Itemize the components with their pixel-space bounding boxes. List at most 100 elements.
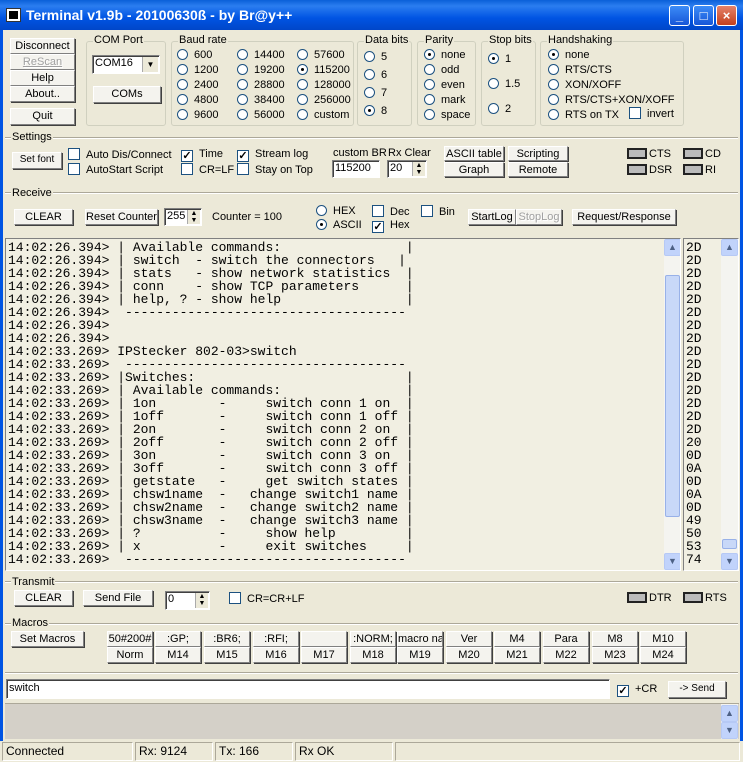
macro-button[interactable]: M15 xyxy=(204,647,250,663)
baud-rate-radio[interactable]: 9600 xyxy=(177,109,218,122)
spinner-arrows-icon[interactable]: ▲ ▼ xyxy=(187,210,200,224)
handshaking-radio[interactable]: RTS/CTS xyxy=(548,64,612,77)
radio-circle[interactable] xyxy=(177,64,188,75)
baud-rate-radio[interactable]: 14400 xyxy=(237,49,285,62)
disconnect-button[interactable]: Disconnect xyxy=(10,38,75,54)
ascii-table-button[interactable]: ASCII table xyxy=(444,146,504,161)
stop-bits-radio[interactable]: 1.5 xyxy=(488,78,520,91)
settings-checkbox[interactable]: CR=LF xyxy=(181,163,234,177)
macro-button[interactable]: M20 xyxy=(446,647,492,663)
radio-circle[interactable] xyxy=(177,109,188,120)
macro-button[interactable]: M23 xyxy=(592,647,638,663)
radio-circle[interactable] xyxy=(548,64,559,75)
radio-circle[interactable] xyxy=(237,94,248,105)
coms-button[interactable]: COMs xyxy=(93,86,161,103)
cr-crlf-checkbox[interactable]: CR=CR+LF xyxy=(229,592,304,606)
minimize-button[interactable]: _ xyxy=(669,5,690,26)
radio-circle[interactable] xyxy=(316,205,327,216)
radio-circle[interactable] xyxy=(237,64,248,75)
hex-radio[interactable]: HEX xyxy=(316,205,356,218)
radio-circle[interactable] xyxy=(297,94,308,105)
check-icon[interactable]: ✓ xyxy=(181,150,193,162)
radio-circle[interactable] xyxy=(297,64,308,75)
terminal-scrollbar[interactable]: ▲ ▼ xyxy=(664,239,680,570)
baud-rate-radio[interactable]: 2400 xyxy=(177,79,218,92)
rx-clear-spinner[interactable]: 20 ▲ ▼ xyxy=(387,160,427,178)
radio-circle[interactable] xyxy=(548,49,559,60)
baud-rate-radio[interactable]: 115200 xyxy=(297,64,350,77)
radio-circle[interactable] xyxy=(424,94,435,105)
invert-checkbox[interactable]: invert xyxy=(629,107,674,121)
radio-circle[interactable] xyxy=(297,109,308,120)
macro-button[interactable]: :NORM; xyxy=(350,631,396,647)
stop-bits-radio[interactable]: 2 xyxy=(488,103,511,116)
spinner-arrows-icon[interactable]: ▲ ▼ xyxy=(195,593,208,608)
radio-circle[interactable] xyxy=(364,51,375,62)
transmit-history[interactable]: ▲ ▼ xyxy=(5,703,739,739)
check-icon[interactable]: ✓ xyxy=(237,150,249,162)
data-bits-radio[interactable]: 6 xyxy=(364,69,387,82)
scroll-down-icon[interactable]: ▼ xyxy=(721,553,738,570)
checkbox-box[interactable] xyxy=(68,163,80,175)
macro-button[interactable]: Ver xyxy=(446,631,492,647)
baud-rate-radio[interactable]: 57600 xyxy=(297,49,345,62)
scroll-thumb[interactable] xyxy=(722,539,737,549)
macro-button[interactable]: M19 xyxy=(397,647,443,663)
macro-button[interactable]: M21 xyxy=(494,647,540,663)
data-bits-radio[interactable]: 8 xyxy=(364,105,387,118)
radio-circle[interactable] xyxy=(237,109,248,120)
handshaking-radio[interactable]: none xyxy=(548,49,589,62)
radio-circle[interactable] xyxy=(297,49,308,60)
hex-scrollbar[interactable]: ▲ ▼ xyxy=(721,239,738,570)
checkbox-box[interactable] xyxy=(68,148,80,160)
custom-br-input[interactable]: 115200 xyxy=(332,160,380,178)
macro-button[interactable]: :RFI; xyxy=(253,631,299,647)
send-file-button[interactable]: Send File xyxy=(83,590,153,606)
about-button[interactable]: About.. xyxy=(10,86,75,102)
radio-circle[interactable] xyxy=(488,53,499,64)
bin-checkbox[interactable]: Bin xyxy=(421,205,455,219)
stoplog-button[interactable]: StopLog xyxy=(516,209,562,225)
checkbox-box[interactable] xyxy=(181,163,193,175)
startlog-button[interactable]: StartLog xyxy=(468,209,516,225)
radio-circle[interactable] xyxy=(237,79,248,90)
dec-checkbox[interactable]: Dec xyxy=(372,205,410,219)
reset-counter-button[interactable]: Reset Counter xyxy=(85,209,158,225)
macro-button[interactable]: M8 xyxy=(592,631,638,647)
macro-button[interactable]: M18 xyxy=(350,647,396,663)
checkbox-box[interactable] xyxy=(629,107,641,119)
baud-rate-radio[interactable]: 19200 xyxy=(237,64,285,77)
radio-circle[interactable] xyxy=(316,219,327,230)
radio-circle[interactable] xyxy=(364,87,375,98)
radio-circle[interactable] xyxy=(548,109,559,120)
set-font-button[interactable]: Set font xyxy=(12,152,62,169)
check-icon[interactable]: ✓ xyxy=(372,221,384,233)
scroll-thumb[interactable] xyxy=(665,275,680,517)
hex-pane[interactable]: 2D 2D 2D 2D 2D 2D 2D 2D 2D 2D 2D 2D 2D 2… xyxy=(683,238,739,571)
com-port-select[interactable]: COM16 ▼ xyxy=(92,55,160,74)
scripting-button[interactable]: Scripting xyxy=(508,146,568,161)
radio-circle[interactable] xyxy=(488,103,499,114)
scroll-up-icon[interactable]: ▲ xyxy=(721,239,738,256)
ascii-radio[interactable]: ASCII xyxy=(316,219,362,232)
settings-checkbox[interactable]: ✓ Time xyxy=(181,148,223,162)
radio-circle[interactable] xyxy=(297,79,308,90)
stop-bits-radio[interactable]: 1 xyxy=(488,53,511,66)
remote-button[interactable]: Remote xyxy=(508,162,568,177)
radio-circle[interactable] xyxy=(424,79,435,90)
checkbox-box[interactable] xyxy=(229,592,241,604)
macro-button[interactable]: M24 xyxy=(640,647,686,663)
baud-rate-radio[interactable]: 256000 xyxy=(297,94,351,107)
chevron-down-icon[interactable]: ▼ xyxy=(142,57,158,72)
baud-rate-radio[interactable]: custom xyxy=(297,109,349,122)
receive-clear-button[interactable]: CLEAR xyxy=(14,209,73,225)
help-button[interactable]: Help xyxy=(10,70,75,86)
handshaking-radio[interactable]: RTS on TX xyxy=(548,109,619,122)
radio-circle[interactable] xyxy=(177,79,188,90)
settings-checkbox[interactable]: ✓ Stream log xyxy=(237,148,308,162)
counter-spinner[interactable]: 255 ▲ ▼ xyxy=(164,208,202,226)
radio-circle[interactable] xyxy=(488,78,499,89)
radio-circle[interactable] xyxy=(424,49,435,60)
radio-circle[interactable] xyxy=(424,64,435,75)
settings-checkbox[interactable]: AutoStart Script xyxy=(68,163,163,177)
